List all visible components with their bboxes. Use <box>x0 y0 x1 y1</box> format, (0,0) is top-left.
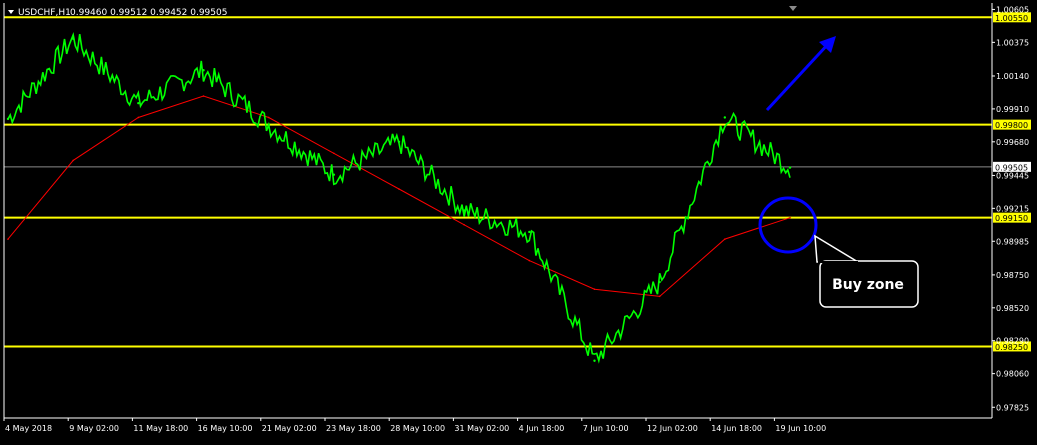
price-point-11 <box>723 116 727 119</box>
ma-point-5 <box>333 152 335 155</box>
price-point-7 <box>462 209 466 212</box>
callout-text: Buy zone <box>832 277 904 293</box>
ma-point-1 <box>72 159 74 162</box>
y-tick-label-9: 0.98520 <box>996 304 1029 313</box>
ma-point-8 <box>528 259 531 262</box>
price-point-0 <box>6 117 10 121</box>
y-tick-label-12: 0.97825 <box>996 403 1029 412</box>
ma-point-7 <box>463 224 465 226</box>
price-point-12 <box>788 166 792 169</box>
chart-canvas[interactable]: USDCHF,H1 0.99460 0.99512 0.99452 0.9950… <box>0 0 1037 441</box>
ma-point-4 <box>267 116 270 119</box>
x-tick-label-7: 31 May 02:00 <box>454 424 509 433</box>
x-tick-label-10: 12 Jun 02:00 <box>647 424 698 433</box>
price-point-6 <box>397 140 401 144</box>
y-tick-label-11: 0.98060 <box>996 370 1029 379</box>
price-point-1 <box>71 37 75 40</box>
y-tick-label-8: 0.98750 <box>996 271 1029 280</box>
price-point-4 <box>267 123 270 126</box>
y-tick-label-1: 1.00375 <box>996 38 1029 47</box>
level-tag-label-2: 0.99150 <box>995 214 1028 223</box>
y-tick-label-0: 1.00605 <box>996 5 1029 14</box>
x-tick-label-5: 23 May 18:00 <box>326 424 381 433</box>
ma-point-0 <box>7 238 9 240</box>
chart-background <box>0 0 1037 441</box>
ma-point-10 <box>658 295 661 298</box>
ma-point-9 <box>593 288 596 291</box>
x-tick-label-1: 9 May 02:00 <box>69 424 119 433</box>
price-point-9 <box>593 359 596 362</box>
y-tick-label-7: 0.98985 <box>996 237 1029 246</box>
price-point-8 <box>528 230 531 234</box>
y-tick-label-4: 0.99680 <box>996 138 1029 147</box>
x-tick-label-4: 21 May 02:00 <box>262 424 317 433</box>
price-point-10 <box>658 280 661 284</box>
ma-point-3 <box>202 95 205 97</box>
y-tick-label-5: 0.99445 <box>996 171 1029 180</box>
x-tick-label-9: 7 Jun 10:00 <box>583 424 629 433</box>
ma-point-12 <box>789 216 791 219</box>
ma-point-6 <box>398 188 400 190</box>
x-tick-label-3: 16 May 10:00 <box>198 424 253 433</box>
x-tick-label-2: 11 May 18:00 <box>133 424 188 433</box>
y-tick-label-10: 0.98290 <box>996 337 1029 346</box>
price-chart[interactable]: USDCHF,H1 0.99460 0.99512 0.99452 0.9950… <box>0 0 1037 441</box>
y-tick-label-6: 0.99215 <box>996 204 1029 213</box>
price-point-3 <box>202 69 205 72</box>
y-tick-label-2: 1.00140 <box>996 72 1029 81</box>
level-tag-label-1: 0.99800 <box>995 121 1028 130</box>
y-tick-label-3: 0.99910 <box>996 105 1029 114</box>
price-point-2 <box>137 101 140 105</box>
x-tick-label-8: 4 Jun 18:00 <box>519 424 565 433</box>
x-tick-label-6: 28 May 10:00 <box>390 424 445 433</box>
price-point-5 <box>332 173 336 176</box>
ma-point-11 <box>724 238 726 240</box>
x-tick-label-12: 19 Jun 10:00 <box>775 424 826 433</box>
x-tick-label-0: 4 May 2018 <box>5 424 52 433</box>
level-tag-label-0: 1.00550 <box>995 14 1028 23</box>
ma-point-2 <box>137 116 140 119</box>
x-tick-label-11: 14 Jun 18:00 <box>711 424 762 433</box>
